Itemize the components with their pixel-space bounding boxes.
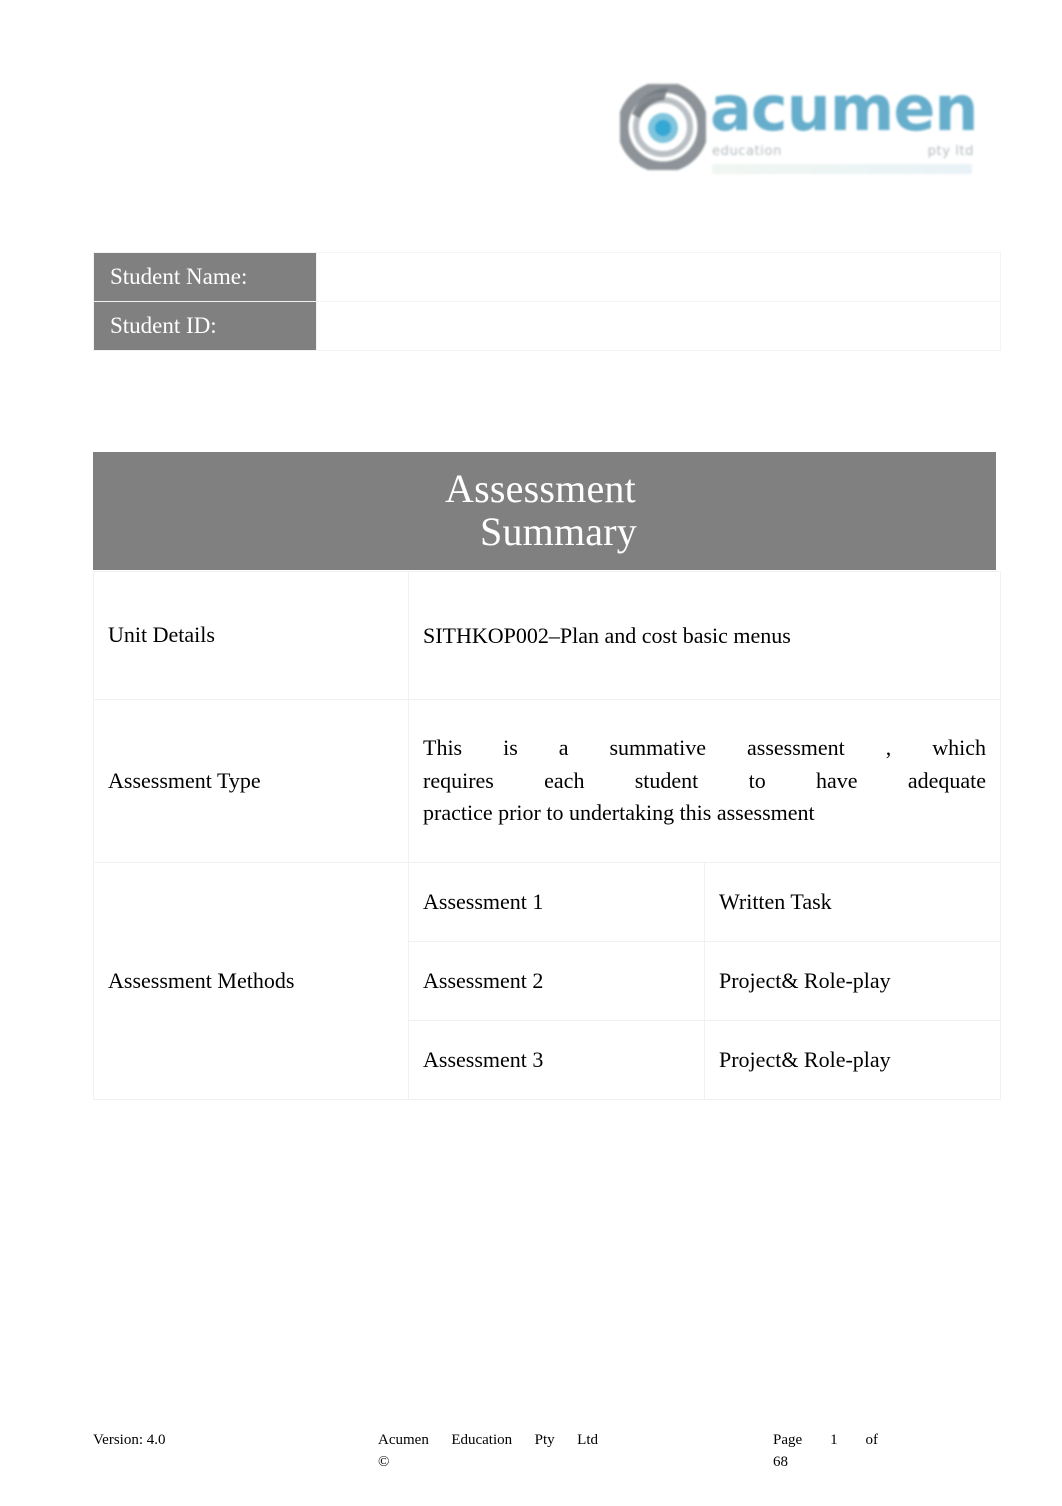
student-name-label: Student Name: — [93, 252, 317, 302]
footer-company-line: Acumen Education Pty Ltd — [378, 1432, 598, 1448]
footer-version: Version: 4.0 — [93, 1432, 166, 1448]
footer-page-number: Page 1 of 68 — [773, 1430, 878, 1474]
footer-page-line2: 68 — [773, 1453, 788, 1470]
acumen-circle-logomark — [620, 84, 706, 170]
assessment-type-label: Assessment Type — [93, 699, 409, 863]
assessment-type-row: Assessment Type This is a summative asse… — [93, 699, 1001, 863]
document-page: acumen education pty ltd Student Name: S… — [0, 0, 1062, 1506]
assessment-summary-header: Assessment Summary — [93, 452, 996, 570]
assessment-type-line1: This is a summative assessment , which — [423, 735, 986, 761]
unit-details-value: SITHKOP002–Plan and cost basic menus — [408, 571, 1001, 700]
unit-details-label: Unit Details — [93, 571, 409, 700]
assessment-3-name: Assessment 3 — [408, 1020, 705, 1100]
footer-page-line1: Page 1 of — [773, 1432, 878, 1448]
logo-tagline-left: education — [712, 144, 782, 159]
copyright-icon: © — [378, 1453, 390, 1470]
student-id-label: Student ID: — [93, 301, 317, 351]
assessment-type-line3: practice prior to undertaking this asses… — [423, 800, 815, 826]
footer-company: Acumen Education Pty Ltd © — [378, 1430, 598, 1474]
assessment-1-method: Written Task — [704, 862, 1001, 942]
assessment-summary-title-line1: Assessment — [445, 466, 636, 512]
assessment-methods-label: Assessment Methods — [93, 862, 409, 1100]
acumen-logo: acumen education pty ltd — [612, 72, 982, 190]
student-name-field[interactable] — [316, 252, 1001, 302]
assessment-type-value: This is a summative assessment , which r… — [408, 699, 1001, 863]
acumen-wordmark: acumen — [710, 72, 979, 145]
assessment-summary-title-line2: Summary — [480, 509, 637, 554]
logo-underline-band — [712, 164, 972, 174]
assessment-3-method: Project& Role-play — [704, 1020, 1001, 1100]
student-id-row: Student ID: — [93, 301, 1001, 351]
unit-details-row: Unit Details SITHKOP002–Plan and cost ba… — [93, 571, 1001, 700]
assessment-2-name: Assessment 2 — [408, 941, 705, 1021]
assessment-method-row-1: Assessment Methods Assessment 1 Written … — [93, 862, 1001, 1100]
logo-tagline-right: pty ltd — [927, 144, 974, 159]
assessment-summary-table: Unit Details SITHKOP002–Plan and cost ba… — [93, 571, 1001, 1100]
logo-tagline: education pty ltd — [712, 144, 974, 159]
student-name-row: Student Name: — [93, 252, 1001, 302]
assessment-1-name: Assessment 1 — [408, 862, 705, 942]
student-id-field[interactable] — [316, 301, 1001, 351]
assessment-2-method: Project& Role-play — [704, 941, 1001, 1021]
assessment-type-line2: requires each student to have adequate — [423, 767, 986, 793]
student-info-table: Student Name: Student ID: — [93, 252, 1001, 351]
